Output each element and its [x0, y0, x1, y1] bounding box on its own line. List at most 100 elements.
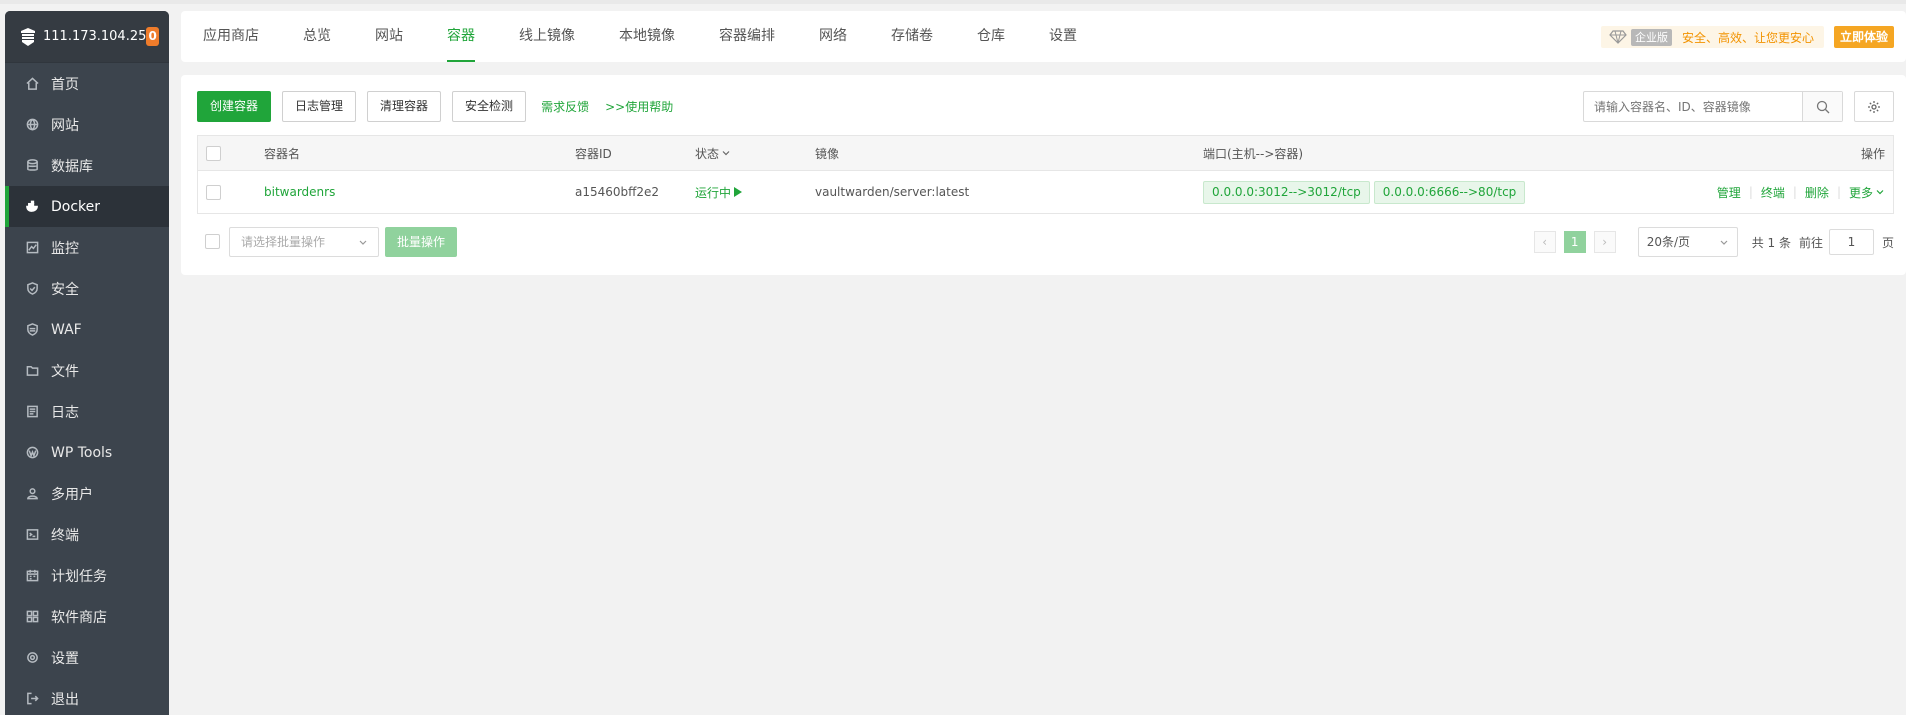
tab-registry[interactable]: 仓库 — [955, 11, 1027, 62]
container-ports: 0.0.0.0:3012-->3012/tcp 0.0.0.0:6666-->8… — [1203, 171, 1529, 213]
batch-action-button[interactable]: 批量操作 — [385, 227, 458, 257]
chevron-down-icon — [359, 240, 367, 245]
batch-action-select[interactable]: 请选择批量操作 — [229, 227, 379, 257]
search-box — [1583, 91, 1843, 122]
row-select-cell — [206, 171, 221, 213]
tab-network[interactable]: 网络 — [797, 11, 869, 62]
sidebar-item-home[interactable]: 首页 — [5, 63, 169, 104]
tab-website[interactable]: 网站 — [353, 11, 425, 62]
more-dropdown[interactable]: 更多 — [1849, 184, 1885, 201]
sidebar-item-label: 网站 — [51, 117, 79, 134]
sidebar-item-app-store[interactable]: 软件商店 — [5, 596, 169, 637]
sidebar-item-waf[interactable]: WAF — [5, 309, 169, 350]
log-management-button[interactable]: 日志管理 — [282, 91, 357, 122]
sidebar-item-database[interactable]: 数据库 — [5, 145, 169, 186]
search-button[interactable] — [1802, 92, 1842, 121]
sidebar-item-terminal[interactable]: 终端 — [5, 514, 169, 555]
separator: | — [1836, 185, 1841, 199]
tab-compose[interactable]: 容器编排 — [697, 11, 797, 62]
pagination: ‹ 1 › 20条/页 共 1 条 前往 页 — [1533, 227, 1894, 257]
clean-containers-button[interactable]: 清理容器 — [367, 91, 442, 122]
status-running: 运行中 — [695, 184, 743, 201]
batch-select-all-checkbox[interactable] — [205, 234, 220, 249]
total-count: 共 1 条 — [1751, 235, 1791, 250]
sidebar-item-website[interactable]: 网站 — [5, 104, 169, 145]
sidebar-item-label: 监控 — [51, 240, 79, 257]
header-name: 容器名 — [264, 146, 301, 161]
page-size-value: 20条/页 — [1646, 235, 1691, 249]
sidebar-menu: 首页 网站 数据库 Docker 监控 安全 WAF 文件 日志 WP Tool… — [5, 63, 169, 715]
server-ip: 111.173.104.25 — [43, 29, 147, 44]
sidebar-item-multi-user[interactable]: 多用户 — [5, 473, 169, 514]
more-label: 更多 — [1848, 185, 1873, 200]
enterprise-slogan: 安全、高效、让您更安心 — [1681, 30, 1814, 45]
terminal-link[interactable]: 终端 — [1761, 184, 1785, 201]
tab-local-images[interactable]: 本地镜像 — [597, 11, 697, 62]
prev-page-button[interactable]: ‹ — [1533, 231, 1556, 253]
search-input[interactable] — [1584, 92, 1802, 121]
sidebar-item-files[interactable]: 文件 — [5, 350, 169, 391]
sidebar-item-cron[interactable]: 计划任务 — [5, 555, 169, 596]
table-footer: 请选择批量操作 批量操作 ‹ 1 › 20条/页 共 1 条 前往 页 — [197, 227, 1894, 257]
gear-icon — [1868, 100, 1880, 113]
server-header[interactable]: 111.173.104.25 0 — [5, 11, 169, 63]
tab-app-store[interactable]: 应用商店 — [181, 11, 281, 62]
feedback-link[interactable]: 需求反馈 — [541, 98, 589, 115]
container-id: a15460bff2e2 — [575, 185, 660, 199]
try-now-button[interactable]: 立即体验 — [1833, 26, 1894, 48]
tab-settings[interactable]: 设置 — [1027, 11, 1099, 62]
sidebar-item-label: WP Tools — [51, 444, 113, 461]
sidebar-item-monitor[interactable]: 监控 — [5, 227, 169, 268]
sidebar-item-wp-tools[interactable]: WP Tools — [5, 432, 169, 473]
select-all-checkbox[interactable] — [206, 145, 221, 161]
grid-icon — [25, 610, 39, 624]
wordpress-icon — [25, 446, 39, 460]
gear-icon — [25, 651, 39, 665]
sidebar-item-label: 文件 — [51, 363, 79, 380]
sidebar-item-logout[interactable]: 退出 — [5, 678, 169, 715]
tab-online-images[interactable]: 线上镜像 — [497, 11, 597, 62]
row-checkbox[interactable] — [206, 184, 221, 200]
tab-overview[interactable]: 总览 — [281, 11, 353, 62]
sidebar-item-label: 退出 — [51, 691, 79, 708]
tab-volumes[interactable]: 存储卷 — [869, 11, 955, 62]
help-link[interactable]: >>使用帮助 — [605, 98, 673, 115]
container-name-link[interactable]: bitwardenrs — [264, 171, 335, 213]
page-size-select[interactable]: 20条/页 — [1637, 227, 1738, 257]
next-page-button[interactable]: › — [1593, 231, 1616, 253]
column-settings-button[interactable] — [1854, 91, 1894, 122]
folder-icon — [25, 364, 39, 378]
header-ops: 操作 — [1860, 146, 1885, 161]
containers-panel: 创建容器 日志管理 清理容器 安全检测 需求反馈 >>使用帮助 容器名 容器ID… — [181, 75, 1906, 275]
sidebar-item-label: 安全 — [51, 281, 79, 298]
goto-page-input[interactable] — [1828, 229, 1874, 255]
manage-link[interactable]: 管理 — [1717, 184, 1741, 201]
notification-badge[interactable]: 0 — [146, 27, 159, 46]
shield-icon — [25, 282, 39, 296]
chevron-down-icon — [1876, 190, 1884, 195]
tab-containers[interactable]: 容器 — [425, 11, 497, 62]
containers-table: 容器名 容器ID 状态 镜像 端口(主机-->容器) 操作 bitwardenr… — [197, 135, 1894, 214]
sidebar-item-security[interactable]: 安全 — [5, 268, 169, 309]
sidebar-item-settings[interactable]: 设置 — [5, 637, 169, 678]
page-number-current[interactable]: 1 — [1563, 231, 1586, 253]
logout-icon — [25, 692, 39, 706]
security-scan-button[interactable]: 安全检测 — [452, 91, 527, 122]
select-all-cell — [206, 136, 221, 170]
container-status[interactable]: 运行中 — [695, 171, 743, 213]
monitor-icon — [25, 241, 39, 255]
waf-shield-icon — [25, 323, 39, 337]
toolbar: 创建容器 日志管理 清理容器 安全检测 需求反馈 >>使用帮助 — [197, 91, 685, 122]
container-image: vaultwarden/server:latest — [815, 185, 970, 199]
sidebar-item-docker[interactable]: Docker — [5, 186, 169, 227]
enterprise-banner[interactable]: 企业版 安全、高效、让您更安心 — [1600, 26, 1824, 48]
page-suffix: 页 — [1881, 235, 1894, 250]
delete-link[interactable]: 删除 — [1805, 184, 1829, 201]
header-status[interactable]: 状态 — [695, 136, 731, 170]
create-container-button[interactable]: 创建容器 — [197, 91, 272, 122]
header-image: 镜像 — [815, 146, 840, 161]
enterprise-promo: 企业版 安全、高效、让您更安心 立即体验 — [1600, 26, 1894, 48]
row-actions: 管理 | 终端 | 删除 | 更多 — [1717, 171, 1885, 213]
sidebar-item-logs[interactable]: 日志 — [5, 391, 169, 432]
docker-tab-bar: 应用商店 总览 网站 容器 线上镜像 本地镜像 容器编排 网络 存储卷 仓库 设… — [181, 11, 1906, 62]
